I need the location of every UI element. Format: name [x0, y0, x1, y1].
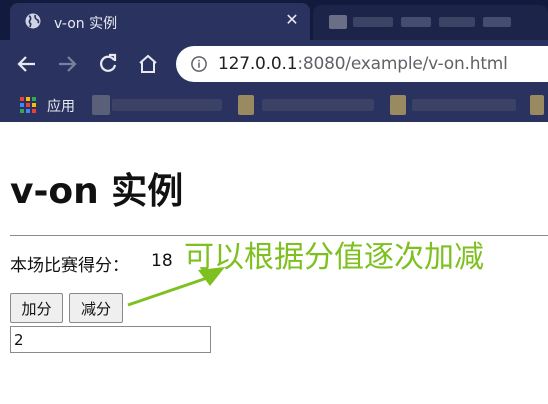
tab-close-icon[interactable]: ✕ [282, 10, 302, 30]
blurred-bookmark[interactable] [92, 95, 110, 115]
url-path: :8080/example/v-on.html [297, 54, 508, 74]
blurred-bookmark [412, 99, 516, 111]
url-host: 127.0.0.1 [218, 54, 298, 74]
globe-icon [25, 13, 41, 29]
score-label: 本场比赛得分： [10, 256, 129, 276]
annotation-text: 可以根据分值逐次加减 [184, 240, 484, 275]
back-arrow-icon[interactable] [15, 52, 39, 76]
step-value-input[interactable] [10, 326, 211, 353]
blurred-bookmark [112, 99, 222, 111]
tab-active[interactable]: v-on 实例 ✕ [10, 3, 310, 40]
subtract-score-button[interactable]: 减分 [69, 293, 123, 323]
score-value: 18 [151, 251, 173, 271]
page-content: v-on 实例 本场比赛得分： 18 加分 减分 可以根据分值逐次加减 [0, 122, 548, 404]
reload-icon[interactable] [96, 52, 120, 76]
url-text[interactable]: 127.0.0.1:8080/example/v-on.html [218, 54, 508, 74]
bookmarks-bar: 应用 [0, 88, 548, 122]
add-score-button[interactable]: 加分 [10, 293, 63, 323]
blurred-bookmark [262, 99, 374, 111]
blurred-tab-content [329, 15, 347, 29]
blurred-tab-content [483, 17, 511, 27]
blurred-tab-content [439, 17, 475, 27]
blurred-tab-content [401, 17, 431, 27]
apps-grid-icon[interactable] [20, 97, 36, 113]
browser-tab-strip: v-on 实例 ✕ [0, 0, 548, 40]
info-icon[interactable] [190, 55, 208, 73]
home-icon[interactable] [136, 52, 160, 76]
bookmark-apps-label[interactable]: 应用 [47, 96, 75, 116]
blurred-bookmark[interactable] [530, 95, 544, 115]
address-bar[interactable]: 127.0.0.1:8080/example/v-on.html [176, 46, 548, 82]
page-title: v-on 实例 [10, 171, 184, 212]
blurred-tab-content [353, 17, 393, 27]
tab-title: v-on 实例 [54, 16, 118, 32]
blurred-bookmark[interactable] [238, 95, 254, 115]
blurred-bookmark[interactable] [390, 95, 406, 115]
browser-toolbar: 127.0.0.1:8080/example/v-on.html [0, 40, 548, 88]
forward-arrow-icon[interactable] [55, 52, 79, 76]
tab-inactive[interactable] [313, 5, 548, 40]
